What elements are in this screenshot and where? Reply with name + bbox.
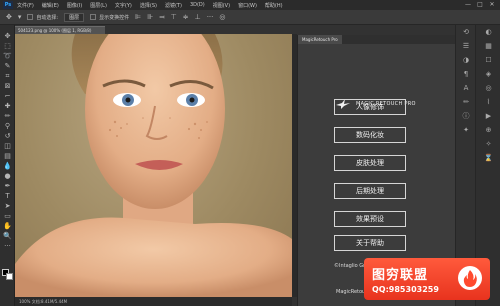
- menu-file[interactable]: 文件(F): [17, 2, 34, 9]
- options-bar: ✥ ▾ 自动选择: 图层 显示变换控件 ⊫ ⊪ ⫤ ⊤ ≑ ⊥ ··· ◎: [0, 10, 500, 25]
- path-selection-tool-icon[interactable]: ➤: [0, 201, 15, 211]
- panel-tab-magicretouch[interactable]: MagicRetouch Pro: [298, 35, 342, 44]
- pen-tool-icon[interactable]: ✒: [0, 181, 15, 191]
- blur-tool-icon[interactable]: 💧: [0, 161, 15, 171]
- align-middle-icon[interactable]: ≑: [183, 13, 189, 21]
- skin-processing-button[interactable]: 皮肤处理: [334, 155, 406, 171]
- menu-help[interactable]: 帮助(H): [265, 2, 283, 9]
- align-right-icon[interactable]: ⫤: [159, 13, 164, 22]
- document-canvas[interactable]: [15, 34, 292, 297]
- marquee-tool-icon[interactable]: ⬚: [0, 41, 15, 51]
- status-bar: 100% 文档:8.41M/5.44M: [15, 297, 292, 306]
- history-brush-tool-icon[interactable]: ↺: [0, 131, 15, 141]
- watermark-badge: 图穷联盟 QQ:985303259: [364, 258, 490, 300]
- flame-logo-icon: [458, 266, 482, 290]
- clone-stamp-tool-icon[interactable]: ⚲: [0, 121, 15, 131]
- watermark-text: 图穷联盟 QQ:985303259: [372, 264, 439, 294]
- 3d-mode-icon[interactable]: ◎: [219, 13, 225, 21]
- portrait-retouch-button[interactable]: 人像修饰: [334, 99, 406, 115]
- tools-panel: ✥ ⬚ ➰ ✎ ⌗ ⊠ ⌐ ✚ ✏ ⚲ ↺ ◫ ▤ 💧 ● ✒ T ➤ ▭ ✋ …: [0, 25, 15, 306]
- menu-bar: Ps 文件(F) 编辑(E) 图像(I) 图层(L) 文字(Y) 选择(S) 滤…: [0, 0, 500, 10]
- post-processing-button[interactable]: 后期处理: [334, 183, 406, 199]
- maximize-button[interactable]: □: [474, 0, 486, 10]
- eraser-tool-icon[interactable]: ◫: [0, 141, 15, 151]
- crop-tool-icon[interactable]: ⌗: [0, 71, 15, 81]
- transform-controls-label: 显示变换控件: [99, 14, 130, 21]
- quick-select-tool-icon[interactable]: ✎: [0, 61, 15, 71]
- menu-type[interactable]: 文字(Y): [115, 2, 132, 9]
- watermark-qq: QQ:985303259: [372, 285, 439, 294]
- lasso-tool-icon[interactable]: ➰: [0, 51, 15, 61]
- adjustments-icon[interactable]: ◑: [456, 53, 476, 67]
- move-tool-icon[interactable]: ✥: [0, 31, 15, 41]
- libraries-icon[interactable]: ☐: [476, 53, 500, 67]
- window-controls: — □ ✕: [462, 0, 498, 10]
- watermark-title: 图穷联盟: [372, 268, 429, 283]
- menu-layer[interactable]: 图层(L): [90, 2, 107, 9]
- close-button[interactable]: ✕: [486, 0, 498, 10]
- frame-tool-icon[interactable]: ⊠: [0, 81, 15, 91]
- history-icon[interactable]: ⟲: [456, 25, 476, 39]
- plugin-panel-icon[interactable]: ✦: [456, 123, 476, 137]
- menu-select[interactable]: 选择(S): [140, 2, 157, 9]
- info-icon[interactable]: ⓘ: [456, 109, 476, 123]
- more-tools-icon[interactable]: ···: [0, 241, 15, 251]
- minimize-button[interactable]: —: [462, 0, 474, 10]
- hand-tool-icon[interactable]: ✋: [0, 221, 15, 231]
- chevron-down-icon[interactable]: ▾: [18, 13, 22, 21]
- align-center-icon[interactable]: ⊪: [147, 13, 153, 21]
- auto-select-dropdown[interactable]: 图层: [64, 12, 85, 22]
- menu-window[interactable]: 窗口(W): [238, 2, 257, 9]
- menu-image[interactable]: 图像(I): [67, 2, 82, 9]
- type-tool-icon[interactable]: T: [0, 191, 15, 201]
- transform-controls-checkbox[interactable]: [90, 14, 97, 20]
- styles-icon[interactable]: ✧: [476, 137, 500, 151]
- gradient-tool-icon[interactable]: ▤: [0, 151, 15, 161]
- effect-presets-button[interactable]: 效果预设: [334, 211, 406, 227]
- paragraph-icon[interactable]: ¶: [456, 67, 476, 81]
- align-left-icon[interactable]: ⊫: [135, 13, 141, 21]
- navigator-icon[interactable]: ⊕: [476, 123, 500, 137]
- move-tool-icon[interactable]: ✥: [6, 13, 12, 21]
- portrait-photo: [15, 34, 292, 297]
- paths-icon[interactable]: ⌇: [476, 95, 500, 109]
- rectangle-tool-icon[interactable]: ▭: [0, 211, 15, 221]
- photoshop-logo: Ps: [3, 1, 13, 9]
- dodge-tool-icon[interactable]: ●: [0, 171, 15, 181]
- more-options-icon[interactable]: ···: [207, 13, 214, 21]
- zoom-tool-icon[interactable]: 🔍: [0, 231, 15, 241]
- menu-view[interactable]: 视图(V): [213, 2, 230, 9]
- about-help-button[interactable]: 关于帮助: [334, 235, 406, 251]
- auto-select-checkbox[interactable]: [27, 14, 34, 20]
- timeline-icon[interactable]: ⌛: [476, 151, 500, 165]
- digital-makeup-button[interactable]: 数码化妆: [334, 127, 406, 143]
- actions-icon[interactable]: ▶: [476, 109, 500, 123]
- photoshop-window: Ps 文件(F) 编辑(E) 图像(I) 图层(L) 文字(Y) 选择(S) 滤…: [0, 0, 500, 306]
- channels-icon[interactable]: ◎: [476, 81, 500, 95]
- character-icon[interactable]: A: [456, 81, 476, 95]
- menu-3d[interactable]: 3D(D): [190, 2, 205, 8]
- menu-edit[interactable]: 编辑(E): [42, 2, 59, 9]
- auto-select-label: 自动选择:: [36, 14, 59, 21]
- healing-brush-tool-icon[interactable]: ✚: [0, 101, 15, 111]
- properties-icon[interactable]: ☰: [456, 39, 476, 53]
- menu-filter[interactable]: 滤镜(T): [165, 2, 182, 9]
- background-color-swatch[interactable]: [6, 273, 13, 280]
- document-tab[interactable]: 504123.png @ 100% (图层 1, RGB/8): [15, 26, 105, 34]
- layers-icon[interactable]: ◈: [476, 67, 500, 81]
- brush-settings-icon[interactable]: ✏: [456, 95, 476, 109]
- align-top-icon[interactable]: ⊤: [171, 13, 177, 21]
- swatches-icon[interactable]: ▦: [476, 39, 500, 53]
- align-bottom-icon[interactable]: ⊥: [195, 13, 201, 21]
- brush-tool-icon[interactable]: ✏: [0, 111, 15, 121]
- color-icon[interactable]: ◐: [476, 25, 500, 39]
- eyedropper-tool-icon[interactable]: ⌐: [0, 91, 15, 101]
